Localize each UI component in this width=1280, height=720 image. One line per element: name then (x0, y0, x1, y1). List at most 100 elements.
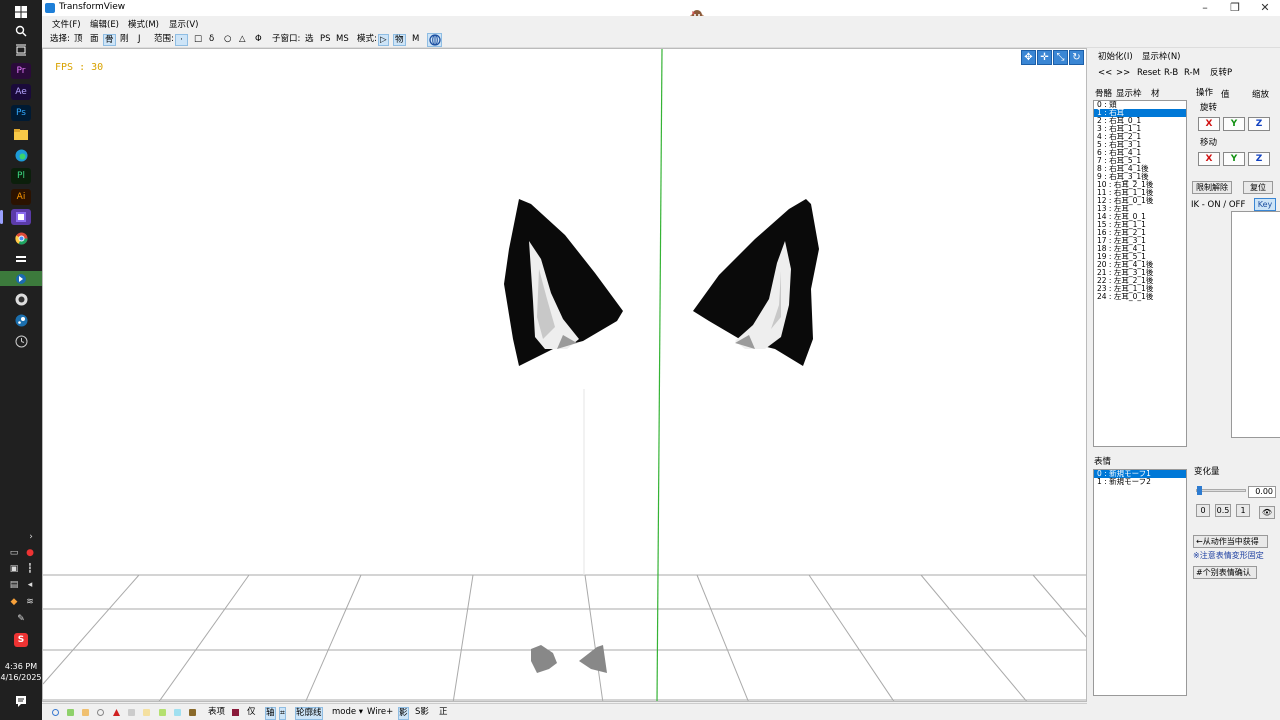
rotate-x-button[interactable]: X (1198, 117, 1220, 131)
move-x-button[interactable]: X (1198, 152, 1220, 166)
subwindow-ms[interactable]: MS (335, 34, 350, 46)
status-only-toggle[interactable]: 仅 (247, 707, 256, 718)
premiere-icon[interactable]: Pr (11, 63, 31, 79)
change-amount-input[interactable]: 0.00 (1248, 486, 1276, 498)
tab-material[interactable]: 材 (1151, 88, 1160, 100)
volume-icon[interactable]: ◂ (25, 580, 35, 590)
range-circle[interactable]: ○ (223, 34, 232, 46)
bone-list-item[interactable]: 24 : 左耳_0_1後 (1094, 293, 1186, 301)
menu-view[interactable]: 显示(V) (169, 18, 198, 30)
expression-list[interactable]: 0 : 新規モーフ1 1 : 新規モーフ2 (1093, 469, 1187, 696)
status-wire-toggle[interactable]: Wire+ (367, 707, 393, 718)
tab-scale[interactable]: 缩放 (1252, 89, 1269, 101)
task-view-icon[interactable] (11, 42, 31, 58)
range-point[interactable]: · (175, 34, 188, 46)
subwindow-ps[interactable]: PS (319, 34, 332, 46)
menu-mode[interactable]: 模式(M) (128, 18, 159, 30)
title-bar[interactable]: TransformView – ❐ ✕ (42, 0, 1280, 25)
eye-icon[interactable]: 👁 (1259, 506, 1275, 519)
status-table-label[interactable]: 表项 (208, 707, 225, 718)
status-joint-icon[interactable] (128, 709, 135, 716)
tray-fox-icon[interactable]: ◆ (9, 597, 19, 607)
edge-icon[interactable] (11, 147, 31, 163)
mode-physics[interactable]: 物 (393, 34, 406, 46)
illustrator-icon[interactable]: Ai (11, 189, 31, 205)
mode-m[interactable]: M (411, 34, 420, 46)
restore-position-button[interactable]: 复位 (1243, 181, 1273, 194)
select-bone[interactable]: 骨 (103, 34, 116, 46)
limit-release-button[interactable]: 限制解除 (1192, 181, 1232, 194)
tray-camera-icon[interactable]: ▣ (9, 564, 19, 574)
status-shadow-toggle[interactable]: 影 (398, 707, 409, 720)
tab-operation[interactable]: 操作 (1196, 87, 1213, 99)
tab-bones[interactable]: 骨骼 (1095, 88, 1112, 100)
status-warning-icon[interactable] (113, 709, 120, 716)
range-rect[interactable]: □ (193, 34, 203, 46)
clock-app-icon[interactable] (11, 333, 31, 349)
search-icon[interactable] (11, 23, 31, 39)
rotate-y-button[interactable]: Y (1223, 117, 1245, 131)
globe-icon[interactable] (427, 33, 442, 47)
move-y-button[interactable]: Y (1223, 152, 1245, 166)
tray-app-icon[interactable]: ▭ (9, 548, 19, 558)
select-vertex[interactable]: 顶 (73, 34, 84, 46)
select-joint[interactable]: J (137, 34, 142, 46)
mode-play[interactable]: ▷ (378, 34, 389, 46)
confirm-expression-button[interactable]: #个别表情确认 (1193, 566, 1257, 579)
select-rigid[interactable]: 刚 (119, 34, 130, 46)
subwindow-select[interactable]: 选 (304, 34, 315, 46)
quick-0-button[interactable]: 0 (1196, 504, 1210, 517)
range-triangle[interactable]: △ (238, 34, 247, 46)
windows-start-icon[interactable] (11, 4, 31, 20)
flip-p-button[interactable]: 反转P (1210, 67, 1232, 79)
key-button[interactable]: Key (1254, 198, 1276, 211)
display-frame-button[interactable]: 显示枠(N) (1142, 51, 1181, 63)
rb-button[interactable]: R-B (1164, 67, 1178, 79)
range-phi[interactable]: Φ (254, 34, 263, 46)
wifi-icon[interactable]: ≋ (25, 597, 35, 607)
tray-display-icon[interactable]: ▤ (9, 580, 19, 590)
tray-pen-icon[interactable]: ✎ (16, 614, 26, 624)
transformview-taskbar-icon[interactable] (11, 209, 31, 225)
minimize-button[interactable]: – (1190, 0, 1220, 16)
notification-icon[interactable] (15, 695, 27, 707)
file-explorer-icon[interactable] (11, 126, 31, 142)
status-vertex-icon[interactable] (52, 709, 59, 716)
chevron-up-icon[interactable]: › (26, 532, 36, 542)
status-outline-toggle[interactable]: 轮廓线 (295, 707, 323, 720)
highlighted-app-icon[interactable] (0, 271, 42, 286)
change-amount-slider[interactable] (1196, 486, 1246, 495)
range-delta[interactable]: δ (208, 34, 215, 46)
status-color-swatch[interactable] (232, 709, 239, 716)
expression-list-item[interactable]: 1 : 新規モーフ2 (1094, 478, 1186, 486)
tray-s-app-icon[interactable]: S (14, 633, 28, 647)
rotate-z-button[interactable]: Z (1248, 117, 1270, 131)
status-axis-toggle[interactable]: 轴 (265, 707, 276, 720)
steam-icon[interactable] (11, 312, 31, 328)
next-button[interactable]: >> (1116, 67, 1130, 79)
bone-list[interactable]: 0 : 頭1 : 右耳 2 : 右耳_0_1 3 : 右耳_1_1 4 : 右耳_2_… (1093, 100, 1187, 447)
quick-1-button[interactable]: 1 (1236, 504, 1250, 517)
prelude-icon[interactable]: Pl (11, 168, 31, 184)
status-rigid-icon[interactable] (143, 709, 150, 716)
get-from-motion-button[interactable]: ←从动作当中获得 (1193, 535, 1268, 548)
status-ik-icon[interactable] (174, 709, 181, 716)
status-local-axis-icon[interactable]: ⌗ (279, 707, 286, 720)
rm-button[interactable]: R-M (1184, 67, 1200, 79)
status-physics-icon[interactable] (189, 709, 196, 716)
photoshop-icon[interactable]: Ps (11, 105, 31, 121)
ik-list[interactable] (1231, 211, 1280, 438)
status-selfshadow-toggle[interactable]: S影 (415, 707, 429, 718)
close-button[interactable]: ✕ (1250, 0, 1280, 16)
status-softbody-icon[interactable] (159, 709, 166, 716)
tab-display-frame[interactable]: 显示枠 (1116, 88, 1142, 100)
status-mode-dropdown[interactable]: mode ▾ (332, 707, 363, 718)
restore-button[interactable]: ❐ (1220, 0, 1250, 16)
menu-edit[interactable]: 编辑(E) (90, 18, 119, 30)
tab-value[interactable]: 值 (1221, 89, 1230, 101)
tray-record-icon[interactable]: ● (25, 548, 35, 558)
quick-half-button[interactable]: 0.5 (1215, 504, 1231, 517)
init-button[interactable]: 初始化(I) (1098, 51, 1133, 63)
menu-file[interactable]: 文件(F) (52, 18, 81, 30)
microphone-icon[interactable]: ┇ (25, 564, 35, 574)
